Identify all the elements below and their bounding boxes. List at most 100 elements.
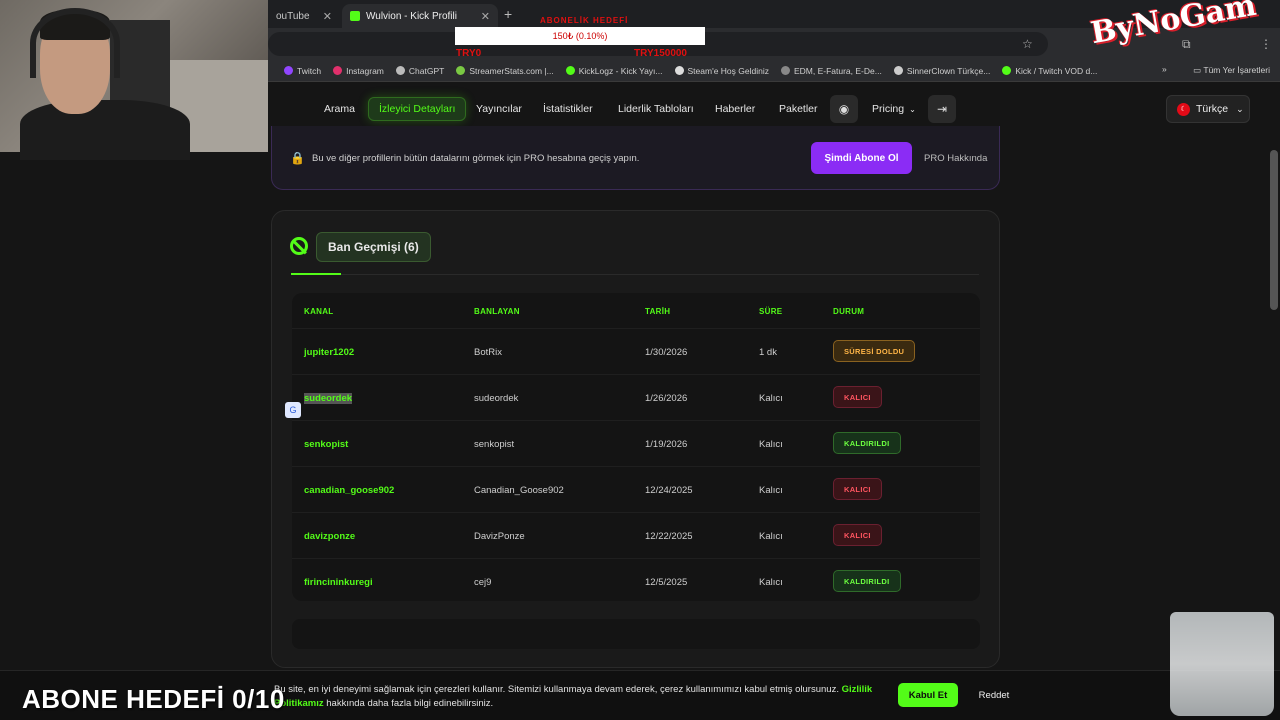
divider xyxy=(291,274,979,275)
bookmark-label: Twitch xyxy=(297,65,322,76)
cookie-message: Bu site, en iyi deneyimi sağlamak için ç… xyxy=(274,684,839,695)
goal-end: TRY150000 xyxy=(634,48,687,59)
language-select[interactable]: ☾ Türkçe ⌄ xyxy=(1166,95,1250,123)
bookmark-label: Steam'e Hoş Geldiniz xyxy=(687,65,769,76)
bookmark-edm[interactable]: EDM, E-Fatura, E-De... xyxy=(780,66,882,76)
folder-icon: ▭ xyxy=(1193,65,1204,75)
status-badge: KALDIRILDI xyxy=(833,432,901,454)
channel-link[interactable]: sudeordek xyxy=(304,393,353,404)
nav-haberler[interactable]: Haberler xyxy=(705,97,765,121)
glass-overlay xyxy=(1170,612,1274,716)
banned-by: cej9 xyxy=(474,577,492,588)
nav-label: Liderlik Tabloları xyxy=(618,103,694,115)
status-badge: SÜRESİ DOLDU xyxy=(833,340,916,362)
kick-favicon-icon xyxy=(350,11,360,21)
menu-icon[interactable]: ⋮ xyxy=(1260,37,1272,51)
nav-istatistikler[interactable]: İstatistikler xyxy=(533,97,603,121)
bookmark-streamerstats[interactable]: StreamerStats.com |... xyxy=(456,66,554,76)
all-bookmarks[interactable]: ▭ Tüm Yer İşaretleri xyxy=(1193,65,1270,76)
bookmark-label: Instagram xyxy=(346,65,384,76)
nav-label: Yayıncılar xyxy=(476,103,522,115)
subscribe-button[interactable]: Şimdi Abone Ol xyxy=(811,142,912,174)
status-badge: KALICI xyxy=(833,478,882,500)
ban-duration: Kalıcı xyxy=(759,531,783,542)
star-icon[interactable]: ☆ xyxy=(1022,37,1033,51)
bookmark-sinnerclown[interactable]: SinnerClown Türkçe... xyxy=(893,66,990,76)
globe-icon xyxy=(893,66,903,75)
instagram-icon xyxy=(333,66,343,75)
channel-link[interactable]: canadian_goose902 xyxy=(304,485,394,496)
cookie-text: Bu site, en iyi deneyimi sağlamak için ç… xyxy=(274,683,874,711)
banned-by: Canadian_Goose902 xyxy=(474,485,564,496)
nav-label: Arama xyxy=(324,103,355,115)
table-row: firincininkuregi cej9 12/5/2025 Kalıcı K… xyxy=(292,558,980,601)
ban-date: 12/24/2025 xyxy=(645,485,693,496)
nav-paketler[interactable]: Paketler xyxy=(769,97,828,121)
close-icon[interactable]: ✕ xyxy=(481,10,490,23)
nav-label: Haberler xyxy=(715,103,756,115)
nav-pricing[interactable]: Pricing ⌄ xyxy=(862,97,926,121)
vod-icon xyxy=(1002,66,1012,75)
chatgpt-icon xyxy=(395,66,405,75)
subscriber-goal: ABONE HEDEFİ 0/10 xyxy=(22,684,285,714)
translate-icon[interactable]: G xyxy=(285,402,301,418)
bookmark-instagram[interactable]: Instagram xyxy=(333,66,384,76)
channel-link[interactable]: senkopist xyxy=(304,439,348,450)
kick-icon xyxy=(565,66,575,75)
ban-icon xyxy=(290,237,308,255)
cookie-message-end: hakkında daha fazla bilgi edinebilirsini… xyxy=(326,698,494,709)
accept-cookies-button[interactable]: Kabul Et xyxy=(898,683,958,707)
ban-date: 12/5/2025 xyxy=(645,577,688,588)
scrollbar[interactable] xyxy=(1270,150,1278,310)
bookmark-vod[interactable]: Kick / Twitch VOD d... xyxy=(1002,66,1097,76)
login-icon[interactable]: ⇥ xyxy=(928,95,956,123)
language-label: Türkçe xyxy=(1196,103,1229,115)
nav-label: İstatistikler xyxy=(543,103,593,115)
nav-izleyici-detaylari[interactable]: İzleyici Detayları xyxy=(368,97,467,121)
channel-link[interactable]: jupiter1202 xyxy=(304,347,354,358)
close-icon[interactable]: ✕ xyxy=(323,10,332,23)
banned-by: DavizPonze xyxy=(474,531,525,542)
table-row: davizponze DavizPonze 12/22/2025 Kalıcı … xyxy=(292,512,980,558)
discord-icon[interactable]: ◉ xyxy=(830,95,858,123)
channel-link[interactable]: davizponze xyxy=(304,531,355,542)
ban-duration: Kalıcı xyxy=(759,485,783,496)
nav-arama[interactable]: Arama xyxy=(314,97,365,121)
pro-about-link[interactable]: PRO Hakkında xyxy=(924,153,987,164)
bookmark-kicklogz[interactable]: KickLogz - Kick Yayı... xyxy=(565,66,663,76)
ban-duration: Kalıcı xyxy=(759,393,783,404)
column-header: TARİH xyxy=(645,307,671,316)
extensions-icon[interactable]: ⧉ xyxy=(1182,37,1191,52)
ban-date: 1/30/2026 xyxy=(645,347,688,358)
ban-history-title: Ban Geçmişi (6) xyxy=(316,232,431,262)
column-header: SÜRE xyxy=(759,307,783,316)
webcam-overlay xyxy=(0,0,268,160)
status-badge: KALICI xyxy=(833,524,882,546)
nav-liderlik-tablolari[interactable]: Liderlik Tabloları xyxy=(608,97,704,121)
tab-kick-profile[interactable]: Wulvion - Kick Profili ✕ xyxy=(342,4,498,28)
ban-table: KANAL BANLAYAN TARİH SÜRE DURUM jupiter1… xyxy=(292,293,980,601)
nav-yayincilar[interactable]: Yayıncılar xyxy=(466,97,532,121)
bookmark-chatgpt[interactable]: ChatGPT xyxy=(395,65,445,76)
twitch-icon xyxy=(284,66,293,75)
tab-title: Wulvion - Kick Profili xyxy=(366,10,457,22)
new-tab-icon[interactable]: + xyxy=(504,6,512,22)
bookmark-twitch[interactable]: Twitch xyxy=(284,66,321,76)
ban-date: 12/22/2025 xyxy=(645,531,693,542)
banned-by: BotRix xyxy=(474,347,502,358)
reject-cookies-button[interactable]: Reddet xyxy=(966,683,1022,707)
tab-youtube[interactable]: ouTube ✕ xyxy=(268,4,340,28)
bookmark-steam[interactable]: Steam'e Hoş Geldiniz xyxy=(674,65,769,76)
column-header: DURUM xyxy=(833,307,865,316)
column-header: KANAL xyxy=(304,307,334,316)
more-bookmarks-icon[interactable]: » xyxy=(1162,64,1167,74)
column-header: BANLAYAN xyxy=(474,307,520,316)
status-badge: KALDIRILDI xyxy=(833,570,901,592)
channel-link[interactable]: firincininkuregi xyxy=(304,577,373,588)
streamer-shirt xyxy=(20,100,190,160)
ban-date: 1/26/2026 xyxy=(645,393,688,404)
bookmark-label: ChatGPT xyxy=(408,65,445,76)
status-badge: KALICI xyxy=(833,386,882,408)
nav-label: Paketler xyxy=(779,103,818,115)
steam-icon xyxy=(674,66,684,75)
